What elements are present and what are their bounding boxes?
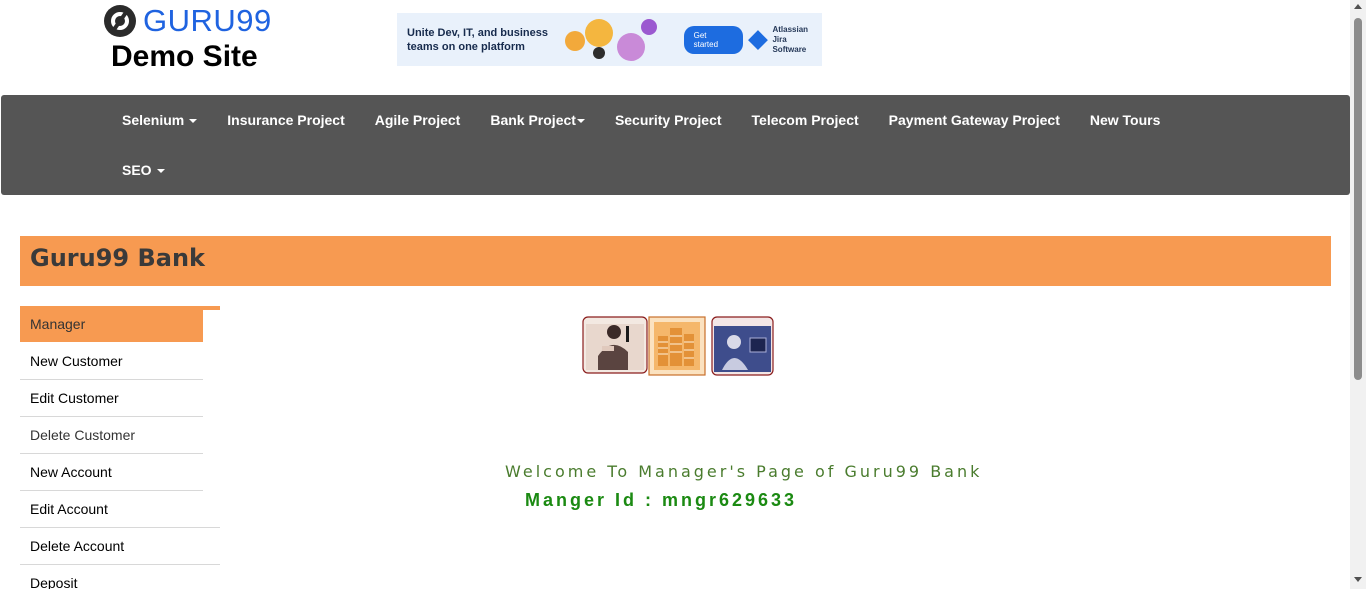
manager-id-label: Manger Id : mngr629633	[525, 490, 798, 510]
main-navbar: Selenium Insurance Project Agile Project…	[1, 95, 1350, 195]
menu-item-deposit[interactable]: Deposit	[20, 565, 220, 589]
logo-text: GURU99	[143, 3, 272, 38]
computer-user-photo	[711, 316, 774, 376]
nav-bank-project[interactable]: Bank Project	[475, 112, 600, 128]
nav-seo[interactable]: SEO	[107, 162, 180, 178]
scroll-down-arrow-icon[interactable]	[1354, 577, 1362, 582]
caret-down-icon	[189, 119, 198, 124]
logo-subtitle: Demo Site	[111, 40, 258, 73]
nav-insurance-project[interactable]: Insurance Project	[212, 112, 360, 128]
menu-item-edit-customer[interactable]: Edit Customer	[20, 380, 203, 417]
site-logo[interactable]: GURU99 Demo Site	[104, 4, 284, 76]
welcome-message: Welcome To Manager's Page of Guru99 Bank	[505, 462, 983, 481]
ad-brand-line2: Jira Software	[772, 34, 807, 54]
ad-get-started-button[interactable]: Get started	[683, 25, 743, 54]
page-scrollbar[interactable]	[1350, 0, 1366, 589]
phone-call-photo	[582, 316, 648, 374]
menu-item-delete-customer[interactable]: Delete Customer	[20, 417, 203, 454]
nav-telecom-project[interactable]: Telecom Project	[737, 112, 874, 128]
nav-new-tours[interactable]: New Tours	[1075, 112, 1176, 128]
coins-photo	[648, 316, 706, 376]
ad-brand-line1: Atlassian	[772, 24, 809, 34]
caret-down-icon	[156, 169, 165, 174]
menu-item-manager[interactable]: Manager	[20, 306, 203, 342]
nav-security-project[interactable]: Security Project	[600, 112, 737, 128]
menu-item-delete-account[interactable]: Delete Account	[20, 528, 220, 565]
caret-down-icon	[576, 119, 585, 124]
guru99-logo-icon	[104, 5, 136, 37]
nav-selenium[interactable]: Selenium	[107, 112, 212, 128]
bank-title: Guru99 Bank	[30, 244, 205, 272]
nav-agile-project[interactable]: Agile Project	[360, 112, 476, 128]
jira-icon	[747, 29, 768, 50]
ad-people-illustration	[555, 13, 673, 66]
menu-item-edit-account[interactable]: Edit Account	[20, 491, 220, 528]
ad-brand: Atlassian Jira Software	[747, 24, 822, 55]
bank-header-bar: Guru99 Bank	[20, 236, 1331, 286]
menu-item-new-customer[interactable]: New Customer	[20, 343, 203, 380]
nav-payment-gateway-project[interactable]: Payment Gateway Project	[874, 112, 1075, 128]
scroll-thumb[interactable]	[1354, 18, 1362, 380]
ad-banner[interactable]: Unite Dev, IT, and business teams on one…	[397, 13, 822, 66]
ad-headline: Unite Dev, IT, and business teams on one…	[407, 26, 548, 53]
scroll-up-arrow-icon[interactable]	[1354, 4, 1362, 9]
bank-banner-image	[582, 316, 774, 376]
menu-item-new-account[interactable]: New Account	[20, 454, 203, 491]
